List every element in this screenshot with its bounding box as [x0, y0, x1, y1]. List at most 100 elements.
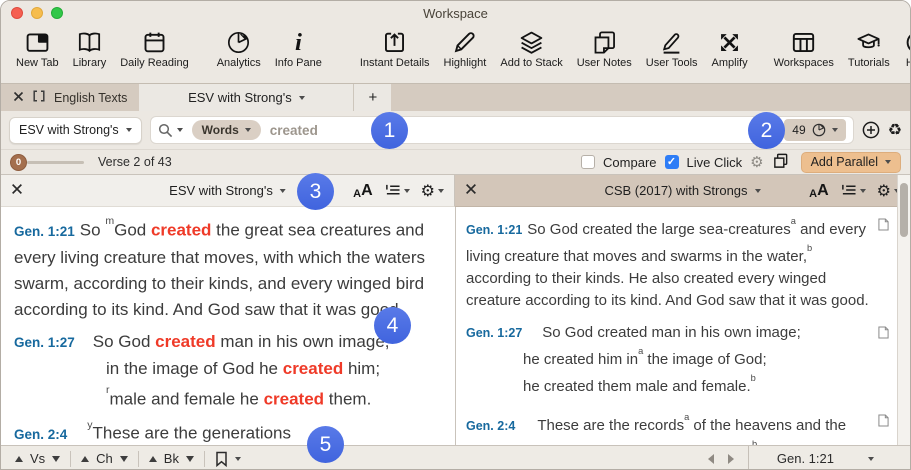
left-pane-title[interactable]: ESV with Strong's	[169, 183, 286, 198]
toolbar-label: Analytics	[217, 57, 261, 69]
crossref-marker[interactable]: r	[106, 384, 110, 396]
duplicate-pane-icon[interactable]	[772, 152, 789, 172]
minimize-window-button[interactable]	[31, 7, 43, 19]
context-slider-knob[interactable]: 0	[10, 154, 27, 171]
search-hit-word[interactable]: created	[264, 389, 324, 408]
compare-checkbox[interactable]	[581, 155, 595, 169]
verse-ref[interactable]: Gen. 1:21	[466, 223, 522, 237]
tab-label: ESV with Strong's	[188, 90, 292, 105]
live-click-checkbox[interactable]: ✓	[665, 155, 679, 169]
add-search-button[interactable]	[862, 121, 880, 139]
crossref-marker[interactable]: b	[751, 373, 756, 383]
text-display-icon	[384, 183, 401, 198]
traffic-lights	[11, 7, 63, 19]
chapter-down-button[interactable]	[120, 456, 128, 462]
toolbar-button-new-tab[interactable]: New Tab	[9, 28, 66, 70]
close-pane-icon[interactable]	[465, 182, 477, 200]
verse-up-button[interactable]	[15, 456, 23, 462]
verse-text: male and female he	[110, 389, 264, 408]
close-pane-icon[interactable]	[11, 182, 23, 200]
current-reference-box[interactable]: Gen. 1:21	[748, 446, 892, 470]
main-toolbar: New Tab Library Daily Reading Analytics …	[1, 25, 910, 83]
divider	[138, 451, 139, 467]
toolbar-button-amplify[interactable]: Amplify	[705, 28, 755, 70]
workspace-name[interactable]: English Texts	[54, 91, 127, 105]
book-down-button[interactable]	[186, 456, 194, 462]
hit-count: 49	[792, 123, 805, 137]
verse-ref[interactable]: Gen. 1:27	[14, 335, 75, 350]
crossref-marker[interactable]: a	[684, 412, 689, 422]
search-hit-word[interactable]: created	[283, 359, 343, 378]
poetry-line: he created him ina the image of God;	[466, 344, 873, 371]
scrollbar-thumb[interactable]	[900, 183, 908, 237]
display-settings-button[interactable]	[840, 183, 866, 198]
display-settings-button[interactable]	[384, 183, 410, 198]
add-parallel-button[interactable]: Add Parallel	[801, 152, 901, 173]
chevron-down-icon	[832, 128, 838, 132]
toolbar-button-add-to-stack[interactable]: Add to Stack	[493, 28, 569, 70]
toolbar-button-help[interactable]: ? Help	[897, 28, 911, 70]
bookmark-menu[interactable]	[211, 451, 245, 467]
context-slider-track[interactable]	[27, 161, 84, 164]
scope-label: Words	[202, 123, 239, 137]
chapter-up-button[interactable]	[81, 456, 89, 462]
recycle-search-icon[interactable]: ♻	[888, 122, 902, 138]
font-size-button[interactable]: AA	[353, 182, 373, 200]
toolbar-button-library[interactable]: Library	[66, 28, 114, 70]
next-reference-button[interactable]	[728, 454, 734, 464]
right-pane-title[interactable]: CSB (2017) with Strongs	[604, 183, 760, 198]
pencil-icon	[451, 29, 478, 56]
notes-icon	[591, 29, 618, 56]
book-up-button[interactable]	[149, 456, 157, 462]
verse-ref[interactable]: Gen. 2:4	[466, 419, 515, 433]
crossref-marker[interactable]: m	[105, 215, 114, 227]
verse-text: he created them male and female.	[523, 378, 751, 395]
crossref-marker[interactable]: a	[791, 216, 796, 226]
verse-ref[interactable]: Gen. 1:21	[14, 224, 75, 239]
search-mode-button[interactable]	[158, 123, 183, 138]
toolbar-button-analytics[interactable]: Analytics	[210, 28, 268, 70]
new-tab-button[interactable]: +	[353, 84, 391, 111]
text-module-selector[interactable]: ESV with Strong's	[9, 117, 142, 144]
search-hit-word[interactable]: created	[151, 221, 211, 240]
workspace-window: Workspace New Tab Library Daily Reading …	[0, 0, 911, 470]
toolbar-button-user-tools[interactable]: User Tools	[639, 28, 705, 70]
toolbar-button-highlight[interactable]: Highlight	[437, 28, 494, 70]
crossref-marker[interactable]: b	[807, 243, 812, 253]
zoom-window-button[interactable]	[51, 7, 63, 19]
toolbar-button-daily-reading[interactable]: Daily Reading	[113, 28, 195, 70]
toolbar-button-info-pane[interactable]: i Info Pane	[268, 28, 329, 70]
stack-icon	[518, 29, 545, 56]
crossref-marker[interactable]: a	[638, 346, 643, 356]
expand-workspace-icon[interactable]	[33, 89, 45, 107]
toolbar-button-user-notes[interactable]: User Notes	[570, 28, 639, 70]
close-window-button[interactable]	[11, 7, 23, 19]
chevron-down-icon	[404, 189, 410, 193]
font-size-button[interactable]: AA	[809, 182, 829, 200]
verse-ref[interactable]: Gen. 2:4	[14, 427, 67, 442]
search-hit-word[interactable]: created	[155, 332, 215, 351]
text-display-icon	[840, 183, 857, 198]
verse-down-button[interactable]	[52, 456, 60, 462]
note-icon[interactable]	[878, 324, 889, 346]
verse-ref[interactable]: Gen. 1:27	[466, 326, 522, 340]
verse-text: So God created man in his own image;	[542, 324, 800, 341]
crossref-marker[interactable]: y	[87, 419, 92, 431]
toolbar-button-workspaces[interactable]: Workspaces	[767, 28, 841, 70]
tab-esv-with-strongs[interactable]: ESV with Strong's	[139, 84, 353, 111]
right-pane-scrollbar[interactable]	[897, 175, 910, 445]
toolbar-button-tutorials[interactable]: Tutorials	[841, 28, 897, 70]
search-query-text[interactable]: created	[270, 123, 318, 138]
previous-reference-button[interactable]	[708, 454, 714, 464]
pane-settings-button[interactable]: ⚙	[421, 183, 444, 199]
note-icon[interactable]	[878, 412, 889, 434]
toolbar-button-instant-details[interactable]: Instant Details	[353, 28, 437, 70]
note-icon[interactable]	[878, 216, 889, 238]
live-click-settings-gear-icon[interactable]: ⚙	[750, 155, 763, 170]
verse-block: Gen. 1:27So God created man in his own i…	[14, 329, 443, 413]
csb-text-pane[interactable]: Gen. 1:21So God created the large sea-cr…	[456, 207, 899, 445]
close-workspace-icon[interactable]	[13, 89, 24, 107]
search-scope-pill[interactable]: Words	[192, 120, 261, 140]
hit-count-chip[interactable]: 49	[784, 119, 845, 141]
search-icon	[158, 123, 173, 138]
